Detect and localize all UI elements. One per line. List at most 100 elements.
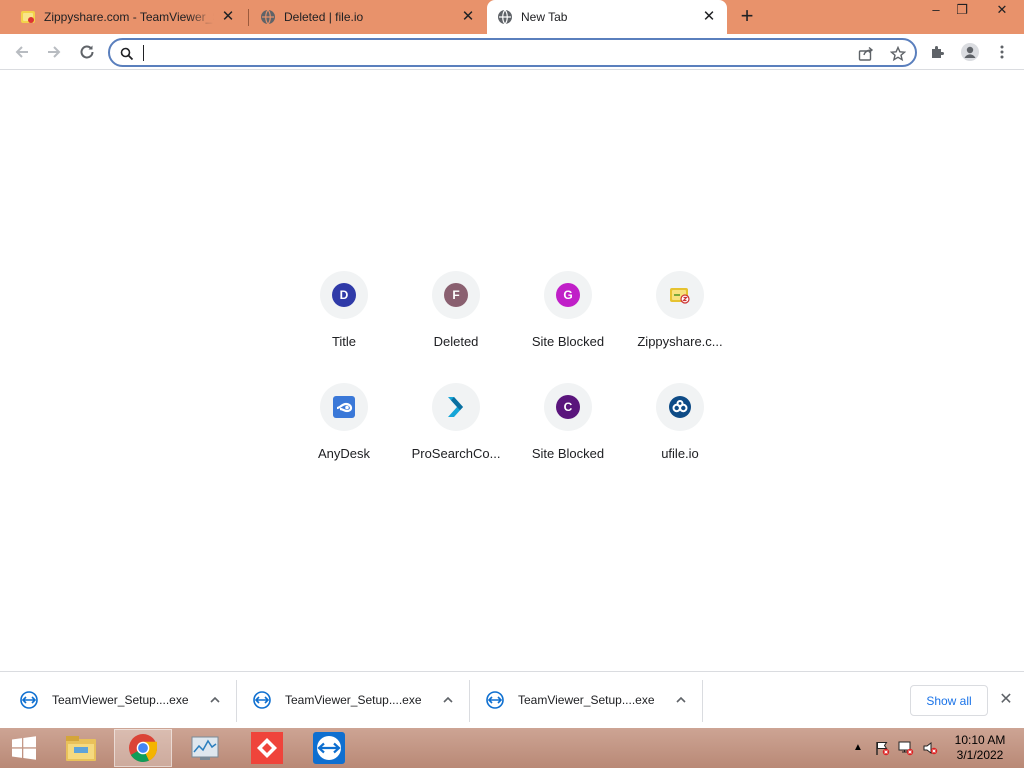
tab-file-io[interactable]: Deleted | file.io ✕ bbox=[250, 0, 486, 34]
teamviewer-icon bbox=[313, 732, 345, 764]
teamviewer-icon bbox=[486, 691, 504, 709]
browser-window: Zippyshare.com - TeamViewer_Setup.exe ✕ … bbox=[0, 0, 1024, 768]
zippyshare-icon bbox=[20, 9, 36, 25]
download-filename: TeamViewer_Setup....exe bbox=[285, 693, 422, 707]
shortcut-ufile[interactable]: ufile.io bbox=[624, 383, 736, 495]
puzzle-icon bbox=[932, 46, 944, 58]
shortcut-tile bbox=[320, 383, 368, 431]
close-icon[interactable]: ✕ bbox=[460, 9, 476, 25]
tab-divider bbox=[248, 9, 249, 26]
chevron-up-icon[interactable] bbox=[440, 692, 456, 708]
shortcut-label: ufile.io bbox=[661, 446, 699, 461]
shortcut-label: Site Blocked bbox=[531, 446, 605, 461]
taskbar-chrome[interactable] bbox=[114, 729, 172, 767]
tab-title: Zippyshare.com - TeamViewer_Setup.exe bbox=[44, 10, 214, 24]
shortcut-deleted[interactable]: F Deleted bbox=[400, 271, 512, 383]
shortcut-tile: F bbox=[432, 271, 480, 319]
download-divider bbox=[236, 680, 237, 722]
shortcut-label: Title bbox=[331, 334, 357, 349]
tab-strip: Zippyshare.com - TeamViewer_Setup.exe ✕ … bbox=[0, 0, 1024, 34]
download-divider bbox=[702, 680, 703, 722]
tab-zippyshare[interactable]: Zippyshare.com - TeamViewer_Setup.exe ✕ bbox=[10, 0, 246, 34]
show-all-button[interactable]: Show all bbox=[910, 685, 988, 716]
shortcut-tile bbox=[656, 271, 704, 319]
shortcut-label: Zippyshare.c... bbox=[637, 334, 723, 349]
letter-f-icon: F bbox=[444, 283, 468, 307]
shortcut-label: ProSearchCo... bbox=[411, 446, 501, 461]
kebab-menu-icon bbox=[1000, 45, 1004, 59]
window-close-button[interactable]: ✕ bbox=[986, 0, 1018, 22]
clock-date: 3/1/2022 bbox=[956, 748, 1004, 762]
ufile-icon bbox=[669, 396, 691, 418]
new-tab-button[interactable]: + bbox=[736, 5, 758, 28]
globe-icon bbox=[260, 9, 276, 25]
file-explorer-icon bbox=[66, 736, 96, 761]
teamviewer-icon bbox=[20, 691, 38, 709]
shortcut-site-blocked-c[interactable]: C Site Blocked bbox=[512, 383, 624, 495]
menu-button[interactable] bbox=[990, 40, 1014, 64]
download-filename: TeamViewer_Setup....exe bbox=[52, 693, 189, 707]
toolbar bbox=[0, 34, 1024, 70]
taskbar: ▲ 10:10 AM 3/1/2022 bbox=[0, 728, 1024, 768]
start-button[interactable] bbox=[0, 729, 48, 767]
address-bar[interactable] bbox=[108, 38, 917, 67]
close-icon[interactable]: ✕ bbox=[996, 690, 1016, 710]
shortcut-tile: G bbox=[544, 271, 592, 319]
shortcut-tile: C bbox=[544, 383, 592, 431]
system-clock[interactable]: 10:10 AM 3/1/2022 bbox=[944, 733, 1016, 763]
letter-c-icon: C bbox=[556, 395, 580, 419]
teamviewer-icon bbox=[253, 691, 271, 709]
download-item[interactable]: TeamViewer_Setup....exe bbox=[476, 678, 689, 722]
taskbar-teamviewer[interactable] bbox=[300, 729, 358, 767]
taskbar-file-explorer[interactable] bbox=[52, 729, 110, 767]
shortcut-tile bbox=[656, 383, 704, 431]
forward-button[interactable] bbox=[42, 40, 66, 64]
clock-time: 10:10 AM bbox=[954, 733, 1006, 747]
letter-g-icon: G bbox=[556, 283, 580, 307]
resource-monitor-icon bbox=[191, 736, 219, 760]
globe-icon bbox=[497, 9, 513, 25]
windows-logo-icon bbox=[12, 736, 36, 760]
share-icon[interactable] bbox=[857, 45, 875, 63]
taskbar-anydesk[interactable] bbox=[238, 729, 296, 767]
reload-button[interactable] bbox=[75, 40, 99, 64]
close-icon[interactable]: ✕ bbox=[220, 9, 236, 25]
download-item[interactable]: TeamViewer_Setup....exe bbox=[243, 678, 456, 722]
tab-title: New Tab bbox=[521, 10, 568, 24]
shortcut-title[interactable]: D Title bbox=[288, 271, 400, 383]
shortcut-prosearch[interactable]: ProSearchCo... bbox=[400, 383, 512, 495]
zippyshare-icon bbox=[670, 288, 690, 304]
star-icon[interactable] bbox=[889, 45, 907, 63]
download-filename: TeamViewer_Setup....exe bbox=[518, 693, 655, 707]
profile-button[interactable] bbox=[958, 40, 982, 64]
shortcut-anydesk[interactable]: AnyDesk bbox=[288, 383, 400, 495]
download-divider bbox=[469, 680, 470, 722]
speaker-muted-icon[interactable] bbox=[922, 740, 938, 756]
prosearch-icon bbox=[448, 397, 463, 417]
avatar-icon bbox=[961, 43, 979, 61]
tab-title: Deleted | file.io bbox=[284, 10, 364, 24]
close-icon[interactable]: ✕ bbox=[701, 9, 717, 25]
back-button[interactable] bbox=[10, 40, 34, 64]
letter-d-icon: D bbox=[332, 283, 356, 307]
address-input[interactable] bbox=[142, 43, 842, 63]
chevron-up-icon[interactable] bbox=[673, 692, 689, 708]
tab-new-tab[interactable]: New Tab ✕ bbox=[487, 0, 727, 34]
anydesk-icon bbox=[251, 732, 283, 764]
network-icon[interactable] bbox=[898, 740, 914, 756]
chevron-up-icon[interactable]: ▲ bbox=[850, 740, 866, 756]
arrow-left-icon bbox=[15, 46, 28, 58]
arrow-right-icon bbox=[48, 46, 61, 58]
shortcut-label: Site Blocked bbox=[531, 334, 605, 349]
restore-button[interactable]: ❐ bbox=[946, 0, 978, 22]
shortcut-label: Deleted bbox=[433, 334, 479, 349]
shortcut-tile bbox=[432, 383, 480, 431]
text-caret bbox=[143, 45, 144, 61]
shortcut-site-blocked-g[interactable]: G Site Blocked bbox=[512, 271, 624, 383]
shortcut-zippyshare[interactable]: Zippyshare.c... bbox=[624, 271, 736, 383]
action-center-flag-icon[interactable] bbox=[874, 740, 890, 756]
chevron-up-icon[interactable] bbox=[207, 692, 223, 708]
taskbar-resource-monitor[interactable] bbox=[176, 729, 234, 767]
download-item[interactable]: TeamViewer_Setup....exe bbox=[10, 678, 223, 722]
extensions-button[interactable] bbox=[926, 40, 950, 64]
